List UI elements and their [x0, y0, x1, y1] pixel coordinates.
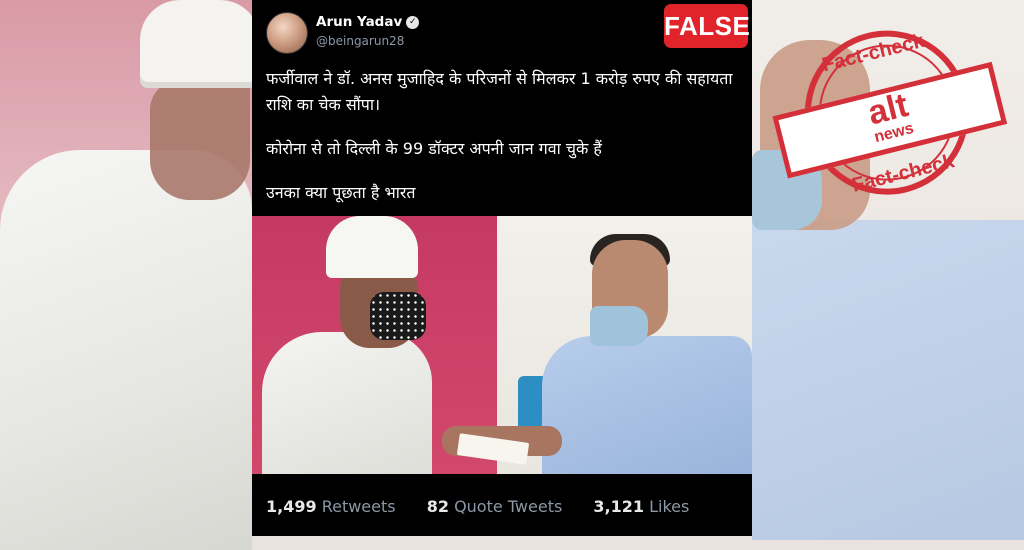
quote-tweets-stat[interactable]: 82 Quote Tweets	[427, 497, 563, 516]
likes-label: Likes	[649, 497, 690, 516]
photo-person-right-mask	[590, 306, 648, 346]
retweets-label: Retweets	[321, 497, 396, 516]
quote-tweets-label: Quote Tweets	[454, 497, 563, 516]
retweets-stat[interactable]: 1,499 Retweets	[266, 497, 396, 516]
tweet-line-3: उनका क्या पूछता है भारत	[266, 183, 416, 202]
verified-badge-icon: ✓	[406, 15, 420, 29]
background-person-left-cap	[140, 0, 260, 88]
tweet-line-2: कोरोना से तो दिल्ली के 99 डॉक्टर अपनी जा…	[266, 139, 602, 158]
quote-tweets-count: 82	[426, 497, 449, 516]
tweet-line-1: फर्जीवाल ने डॉ. अनस मुजाहिद के परिजनों स…	[266, 69, 733, 114]
photo-person-left-cap	[326, 216, 418, 278]
tweet-photo[interactable]	[252, 216, 752, 474]
background-person-left-face	[150, 80, 250, 200]
likes-count: 3,121	[593, 497, 644, 516]
author-avatar[interactable]	[266, 12, 308, 54]
likes-stat[interactable]: 3,121 Likes	[593, 497, 689, 516]
author-name[interactable]: Arun Yadav ✓	[316, 14, 420, 30]
tweet-text: फर्जीवाल ने डॉ. अनस मुजाहिद के परिजनों स…	[266, 66, 736, 224]
photo-person-left-mask	[370, 292, 426, 340]
author-name-text: Arun Yadav	[316, 14, 403, 30]
false-verdict-badge: FALSE	[664, 4, 750, 48]
photo-person-right	[542, 336, 752, 474]
photo-person-left	[262, 332, 432, 474]
tweet-card: Arun Yadav ✓ @beingarun28 FALSE फर्जीवाल …	[252, 0, 752, 536]
retweets-count: 1,499	[266, 497, 317, 516]
tweet-stats: 1,499 Retweets 82 Quote Tweets 3,121 Lik…	[266, 497, 689, 516]
background-person-right	[752, 220, 1024, 540]
background-person-left	[0, 150, 252, 550]
author-handle[interactable]: @beingarun28	[316, 34, 404, 48]
